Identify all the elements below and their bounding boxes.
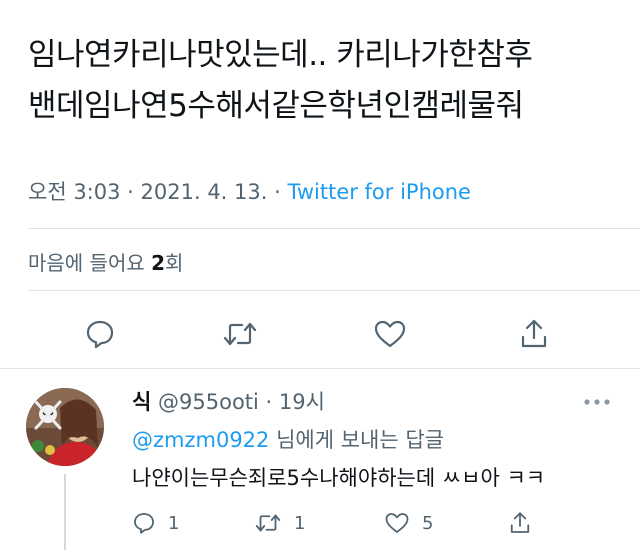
- like-count: 5: [422, 512, 434, 534]
- divider: [28, 290, 640, 291]
- reply-header: 식 @955ooti · 19시: [132, 386, 325, 416]
- retweet-icon: [255, 514, 281, 532]
- tweet-line-2: 밴데임나연5수해서같은학년인캠레물줘: [28, 88, 524, 124]
- reply-share-button[interactable]: [508, 506, 532, 540]
- retweet-button[interactable]: [218, 312, 262, 356]
- heart-icon: [374, 320, 406, 348]
- tweet-actions: [0, 312, 640, 356]
- share-icon: [521, 319, 547, 348]
- tweet-source[interactable]: Twitter for iPhone: [287, 180, 471, 204]
- tweet-meta: 오전 3:03 · 2021. 4. 13. · Twitter for iPh…: [28, 176, 471, 206]
- retweet-icon: [223, 322, 257, 346]
- more-options-button[interactable]: [582, 392, 612, 412]
- reply-button[interactable]: [78, 312, 122, 356]
- likes-count: 2: [151, 251, 166, 275]
- tweet-date[interactable]: 2021. 4. 13.: [141, 180, 268, 204]
- replying-to: @zmzm0922 님에게 보내는 답글: [132, 424, 444, 454]
- more-icon: [584, 399, 610, 405]
- replying-to-suffix: 님에게 보내는 답글: [269, 428, 444, 452]
- section-divider: [0, 368, 640, 369]
- reply-icon: [134, 513, 154, 534]
- avatar[interactable]: [26, 388, 104, 466]
- tweet-text: 임나연카리나맛있는데.. 카리나가한참후 밴데임나연5수해서같은학년인캠레물줘: [28, 30, 628, 132]
- likes-suffix: 회: [165, 251, 184, 275]
- reply-like-button[interactable]: 5: [384, 506, 433, 540]
- reply-time[interactable]: 19시: [279, 390, 325, 414]
- reply-icon: [86, 320, 114, 349]
- reply-text: 나얀이는무슨죄로5수나해야하는데 ㅆㅂ아 ㅋㅋ: [132, 466, 546, 490]
- meta-separator: ·: [274, 180, 288, 204]
- meta-separator: ·: [258, 390, 279, 414]
- divider: [28, 228, 640, 229]
- replying-to-mention[interactable]: @zmzm0922: [132, 428, 269, 452]
- reply-retweet-button[interactable]: 1: [254, 506, 305, 540]
- reply-count: 1: [168, 512, 180, 534]
- likes-row[interactable]: 마음에 들어요 2회: [28, 247, 183, 276]
- reply-author-handle[interactable]: @955ooti: [158, 390, 259, 414]
- tweet-line-1: 임나연카리나맛있는데.. 카리나가한참후: [28, 37, 533, 73]
- avatar-image: [26, 388, 104, 466]
- meta-separator: ·: [127, 180, 141, 204]
- tweet-time[interactable]: 오전 3:03: [28, 180, 120, 204]
- share-button[interactable]: [512, 312, 556, 356]
- reply-author-name[interactable]: 식: [132, 390, 151, 414]
- like-button[interactable]: [368, 312, 412, 356]
- share-icon: [510, 512, 530, 533]
- reply-reply-button[interactable]: 1: [132, 506, 179, 540]
- heart-icon: [385, 513, 409, 533]
- reply-actions: 1 1 5: [0, 506, 640, 540]
- likes-label: 마음에 들어요: [28, 251, 145, 275]
- retweet-count: 1: [294, 512, 306, 534]
